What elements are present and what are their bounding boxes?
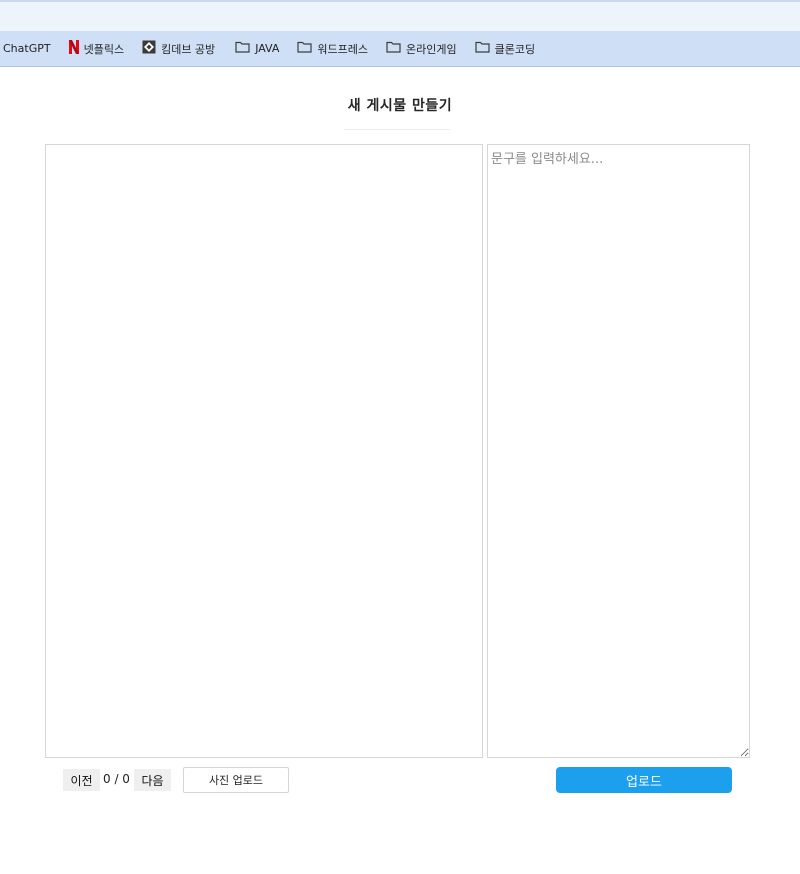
site-favicon-icon bbox=[142, 40, 156, 57]
photo-upload-button[interactable]: 사진 업로드 bbox=[183, 767, 289, 793]
folder-icon bbox=[386, 41, 401, 56]
browser-tab-strip bbox=[0, 0, 800, 31]
bookmark-label: JAVA bbox=[255, 42, 280, 55]
caption-textarea[interactable] bbox=[487, 144, 750, 758]
bookmarks-bar: ChatGPT 넷플릭스 킴데브 공방 JAVA 워드프레스 온라인게임 클론코… bbox=[0, 31, 800, 67]
bookmark-chatgpt[interactable]: ChatGPT bbox=[3, 42, 51, 55]
title-divider bbox=[344, 129, 450, 130]
folder-icon bbox=[475, 41, 490, 56]
folder-icon bbox=[235, 41, 250, 56]
upload-button[interactable]: 업로드 bbox=[556, 767, 732, 793]
bookmark-kimdev[interactable]: 킴데브 공방 bbox=[142, 40, 215, 57]
bookmark-label: ChatGPT bbox=[3, 42, 51, 55]
bookmark-label: 워드프레스 bbox=[317, 42, 369, 56]
prev-image-button[interactable]: 이전 bbox=[63, 769, 100, 791]
bookmark-folder-wordpress[interactable]: 워드프레스 bbox=[297, 41, 368, 57]
bookmark-folder-online-game[interactable]: 온라인게임 bbox=[386, 41, 457, 57]
image-preview-area bbox=[45, 144, 483, 758]
image-counter: 0 / 0 bbox=[103, 772, 130, 786]
next-image-button[interactable]: 다음 bbox=[134, 769, 171, 791]
bookmark-label: 킴데브 공방 bbox=[161, 42, 216, 56]
bookmark-folder-java[interactable]: JAVA bbox=[235, 41, 279, 56]
netflix-logo-icon bbox=[68, 40, 79, 57]
page-title: 새 게시물 만들기 bbox=[347, 98, 453, 114]
bookmark-netflix[interactable]: 넷플릭스 bbox=[68, 40, 125, 57]
folder-icon bbox=[297, 41, 313, 56]
bookmark-label: 온라인게임 bbox=[406, 42, 457, 56]
bookmark-label: 클론코딩 bbox=[494, 42, 536, 56]
bookmark-folder-clone-coding[interactable]: 클론코딩 bbox=[475, 41, 535, 57]
bookmark-label: 넷플릭스 bbox=[83, 42, 125, 56]
